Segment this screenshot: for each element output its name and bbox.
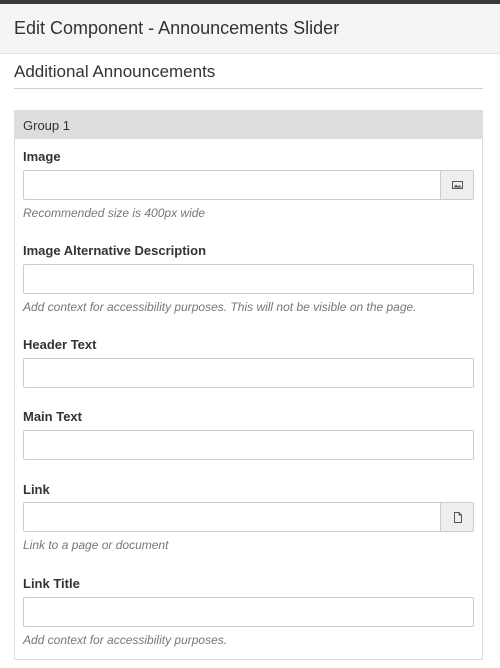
image-icon (452, 181, 463, 189)
image-input[interactable] (23, 170, 440, 200)
link-title-help-text: Add context for accessibility purposes. (23, 633, 228, 647)
link-title-label: Link Title (23, 576, 80, 591)
image-alt-label: Image Alternative Description (23, 243, 207, 258)
dialog-header: Edit Component - Announcements Slider (0, 4, 500, 54)
image-alt-input[interactable] (23, 264, 474, 294)
link-browse-button[interactable] (440, 502, 474, 532)
image-help-text: Recommended size is 400px wide (23, 206, 206, 220)
section-title: Additional Announcements (14, 62, 216, 81)
main-text-input[interactable] (23, 430, 474, 460)
header-text-input[interactable] (23, 358, 474, 388)
section-divider (14, 88, 483, 89)
image-alt-help-text: Add context for accessibility purposes. … (23, 300, 417, 314)
link-help-text: Link to a page or document (23, 538, 169, 552)
image-label: Image (23, 149, 61, 164)
link-input[interactable] (23, 502, 440, 532)
header-text-label: Header Text (23, 337, 97, 352)
group-header[interactable]: Group 1 (15, 111, 482, 139)
main-text-label: Main Text (23, 409, 82, 424)
link-title-input[interactable] (23, 597, 474, 627)
document-icon (454, 512, 462, 523)
image-browse-button[interactable] (440, 170, 474, 200)
group-title: Group 1 (23, 118, 70, 133)
link-label: Link (23, 482, 50, 497)
dialog-title: Edit Component - Announcements Slider (14, 18, 340, 38)
